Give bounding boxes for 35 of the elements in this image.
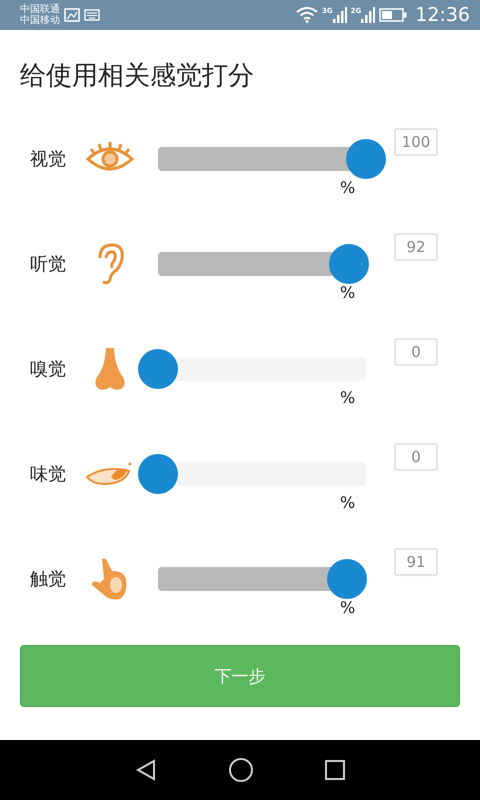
wifi-icon [296, 7, 318, 23]
percent-sign: % [340, 283, 356, 302]
sense-label: 听觉 [30, 252, 67, 276]
percent-sign: % [340, 178, 356, 197]
image-icon [64, 8, 80, 22]
sense-label: 味觉 [30, 462, 67, 486]
next-step-button[interactable]: 下一步 [20, 645, 460, 707]
carrier-name: 中国联通 [20, 4, 60, 15]
home-icon[interactable] [228, 757, 254, 783]
keyboard-icon [84, 9, 100, 21]
slider-thumb[interactable] [346, 138, 386, 178]
sense-label: 触觉 [30, 568, 67, 590]
slider-thumb[interactable] [138, 454, 178, 494]
slider-thumb[interactable] [138, 348, 178, 388]
percent-sign: % [340, 388, 356, 407]
value-field[interactable]: 0 [394, 338, 438, 366]
signal-icon [332, 7, 347, 23]
carrier-name: 中国移动 [20, 15, 60, 26]
slider-thumb[interactable] [327, 558, 368, 598]
value-field[interactable]: 91 [394, 548, 438, 576]
slider-thumb[interactable] [329, 244, 370, 284]
sense-label: 视觉 [30, 148, 67, 170]
recents-icon[interactable] [324, 759, 346, 781]
value-field[interactable]: 92 [394, 233, 438, 261]
sense-label: 嗅觉 [30, 358, 67, 380]
battery-icon [379, 8, 408, 22]
value-field[interactable]: 0 [394, 443, 438, 471]
value-field[interactable]: 100 [394, 128, 438, 156]
clock: 12:36 [415, 4, 470, 26]
page-title: 给使用相关感觉打分 [20, 60, 255, 93]
signal-icon [361, 7, 376, 23]
percent-sign: % [340, 598, 356, 617]
nose-icon [93, 346, 127, 390]
back-icon[interactable] [134, 758, 158, 782]
percent-sign: % [340, 493, 356, 512]
